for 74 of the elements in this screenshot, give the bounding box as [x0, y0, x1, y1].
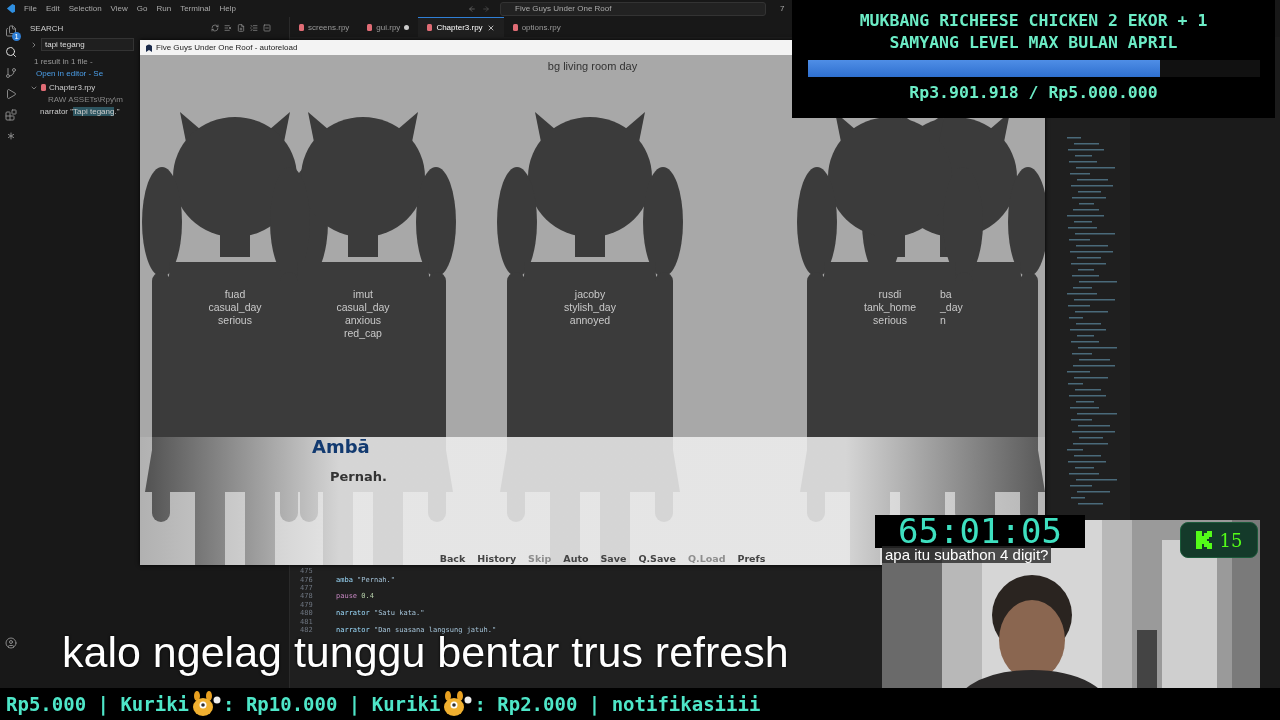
- file-icon: [41, 84, 46, 91]
- character-label: tank_home: [864, 301, 916, 313]
- refresh-icon[interactable]: [211, 24, 219, 32]
- file-path: RAW ASSETs\Rpy\m: [48, 95, 123, 104]
- dialogue-text: Pernah.: [330, 469, 387, 484]
- run-icon[interactable]: [5, 88, 17, 100]
- goal-amount: Rp3.901.918 / Rp5.000.000: [909, 83, 1158, 102]
- chevron-icon[interactable]: [30, 40, 38, 49]
- character-label: annoyed: [569, 314, 611, 326]
- new-file-icon[interactable]: [237, 24, 245, 32]
- collapse-all-icon[interactable]: [263, 24, 271, 32]
- search-match-line[interactable]: narrator "Tapi tegang.": [30, 107, 120, 116]
- account-icon[interactable]: [5, 637, 17, 649]
- menu-item[interactable]: Help: [219, 4, 236, 13]
- search-field[interactable]: tapi tegang: [41, 38, 134, 51]
- search-icon[interactable]: [5, 46, 17, 58]
- asterisk-icon[interactable]: [5, 130, 17, 142]
- menu-item[interactable]: Edit: [45, 4, 60, 13]
- file-name[interactable]: Chapter3.rpy: [49, 83, 96, 92]
- close-icon[interactable]: [486, 23, 495, 32]
- open-in-editor-link[interactable]: Open in editor - Se: [30, 69, 104, 78]
- ticker-text: Rp5.000 | Kuriki: [6, 693, 190, 715]
- panel-title: SEARCH: [30, 23, 64, 33]
- character-label: jacoby: [574, 288, 606, 300]
- viewer-count: 15: [1219, 529, 1243, 551]
- character-label: serious: [218, 314, 252, 326]
- stream-timer: 65:01:05: [875, 515, 1085, 548]
- menu-item[interactable]: Run: [156, 4, 172, 13]
- quick-menu-button[interactable]: History: [477, 553, 517, 564]
- file-icon: [299, 24, 304, 31]
- app-icon: [146, 43, 152, 52]
- speaker-name: Ambā: [312, 436, 370, 457]
- character-label: ba: [940, 288, 952, 300]
- character-label: n: [940, 314, 946, 326]
- extensions-icon[interactable]: [5, 109, 17, 121]
- character-label: anxious: [344, 314, 382, 326]
- character-label: red_cap: [344, 327, 382, 339]
- quick-menu-button[interactable]: Save: [600, 553, 627, 564]
- quick-menu-button[interactable]: Prefs: [737, 553, 766, 564]
- character-label: imut: [353, 288, 373, 300]
- quick-menu-button[interactable]: Q.Save: [638, 553, 676, 564]
- file-icon: [367, 24, 373, 31]
- editor-tab[interactable]: Chapter3.rpy: [418, 17, 504, 37]
- menu-item[interactable]: File: [24, 4, 37, 13]
- scene-label: bg living room day: [547, 60, 638, 72]
- result-summary: 1 result in 1 file -: [34, 57, 93, 66]
- character-label: casual_day: [336, 301, 390, 313]
- file-icon: [512, 24, 518, 31]
- ticker-text: : Rp10.000 | Kuriki: [223, 693, 441, 715]
- character-label: rusdi: [878, 288, 902, 300]
- goal-title: SAMYANG LEVEL MAX BULAN APRIL: [889, 32, 1178, 54]
- logo-icon: [1195, 531, 1212, 549]
- character-label: casual_day: [208, 301, 262, 313]
- clear-results-icon[interactable]: [224, 24, 232, 32]
- character-label: serious: [873, 314, 907, 326]
- goal-title: MUKBANG RICHEESE CHICKEN 2 EKOR + 1: [859, 10, 1208, 32]
- quick-menu-button[interactable]: Back: [439, 553, 466, 564]
- editor-logo-icon: [6, 4, 15, 13]
- quick-menu-button[interactable]: Auto: [563, 553, 589, 564]
- ticker-text: : Rp2.000 | notifikasiiii: [474, 693, 761, 715]
- window-title: Five Guys Under One Roof - autoreload: [156, 43, 298, 52]
- menu-item[interactable]: Selection: [68, 4, 102, 13]
- chat-message: apa itu subathon 4 digit?: [882, 546, 1052, 563]
- branch-icon[interactable]: [5, 67, 17, 79]
- character-label: fuad: [224, 288, 246, 300]
- menu-item[interactable]: View: [110, 4, 128, 13]
- menu-item[interactable]: Terminal: [180, 4, 211, 13]
- command-center[interactable]: Five Guys Under One Roof: [500, 1, 766, 16]
- menu-item[interactable]: Go: [136, 4, 148, 13]
- character-label: _day: [940, 301, 963, 313]
- character-label: stylish_day: [564, 301, 616, 313]
- collapse-icon[interactable]: [250, 24, 258, 32]
- notification-count[interactable]: 7: [780, 4, 785, 13]
- file-icon: [427, 24, 433, 31]
